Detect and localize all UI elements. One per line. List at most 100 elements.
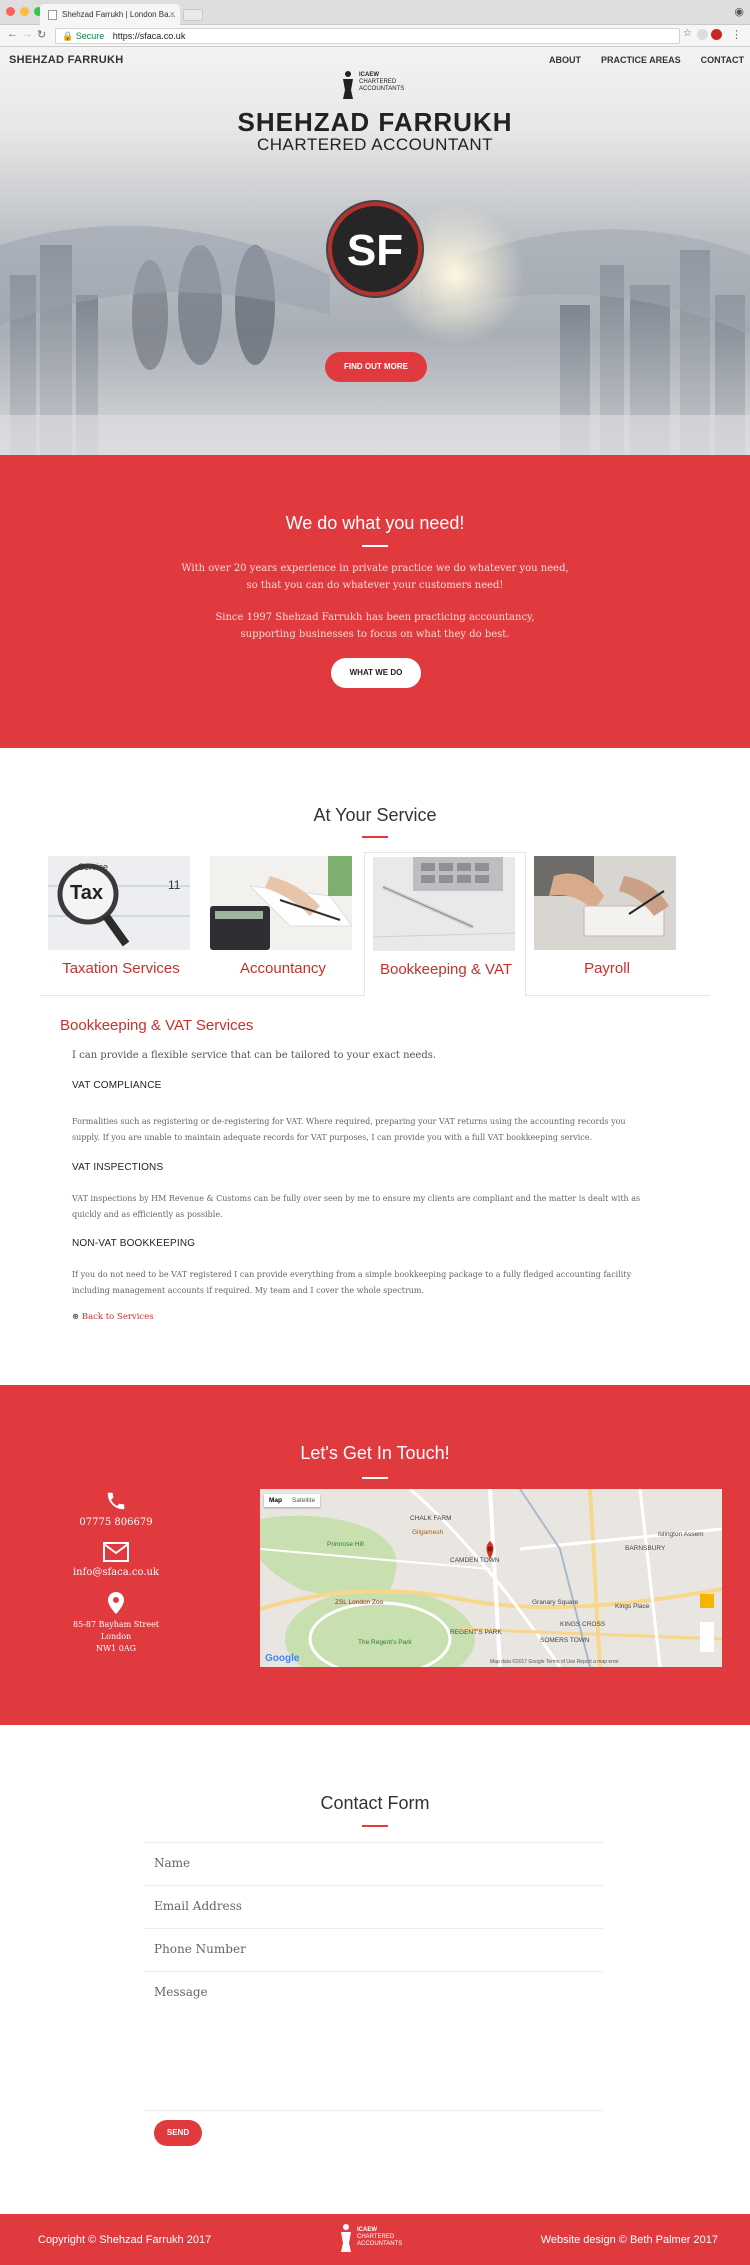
- contact-form-title: Contact Form: [320, 1793, 430, 1813]
- map-label-zsl: ZSL London Zoo: [335, 1599, 384, 1606]
- map-label-gilgamesh: Gilgamesh: [412, 1529, 444, 1536]
- tab-label-payroll: Payroll: [584, 960, 630, 977]
- we-do-text-1: With over 20 years experience in private…: [181, 563, 569, 574]
- phone-icon: [107, 1492, 125, 1510]
- hero-section: SHEHZAD FARRUKH ABOUT PRACTICE AREAS CON…: [0, 47, 750, 455]
- name-field[interactable]: Name: [144, 1842, 604, 1884]
- payroll-image: [534, 856, 676, 950]
- footer-icaew-figure-icon: [341, 2224, 351, 2252]
- footer-icaew-logo: ICAEW CHARTERED ACCOUNTANTS: [337, 2223, 417, 2255]
- find-out-more-button[interactable]: FIND OUT MORE: [325, 352, 427, 382]
- url-input[interactable]: 🔒 Secure https://sfaca.co.uk: [55, 28, 680, 44]
- nav-contact[interactable]: CONTACT: [701, 55, 744, 65]
- secure-label: Secure: [75, 31, 105, 41]
- get-in-touch-title: Let's Get In Touch!: [300, 1443, 450, 1463]
- we-do-text-3: Since 1997 Shehzad Farrukh has been prac…: [215, 612, 535, 623]
- bookkeeping-image: [373, 857, 515, 951]
- icaew-figure-icon: [343, 71, 353, 99]
- url-text: https://sfaca.co.uk: [112, 31, 186, 41]
- vat-inspections-text-2: quickly and as efficiently as possible.: [72, 1210, 223, 1219]
- hero-subtitle: CHARTERED ACCOUNTANT: [256, 135, 494, 154]
- map-label-chalk-farm: CHALK FARM: [410, 1515, 452, 1522]
- email-contact: info@sfaca.co.uk: [40, 1542, 192, 1578]
- address-line-3: NW1 0AG: [95, 1644, 137, 1653]
- phone-number[interactable]: 07775 806679: [40, 1517, 192, 1528]
- tax-word: Tax: [70, 882, 103, 904]
- opera-extension-icon[interactable]: [711, 29, 722, 40]
- nav-practice-areas[interactable]: PRACTICE AREAS: [601, 55, 681, 65]
- back-to-services-link[interactable]: ⊛ Back to Services: [72, 1312, 154, 1322]
- google-map[interactable]: Map Satellite CHALK FARM Gilgamesh Primr…: [260, 1489, 722, 1667]
- address-contact: 85-87 Bayham Street London NW1 0AG: [40, 1592, 192, 1655]
- browser-tab[interactable]: Shehzad Farrukh | London Ba... ×: [40, 4, 180, 25]
- tab-accountancy[interactable]: Accountancy: [202, 852, 364, 996]
- phone-contact: 07775 806679: [40, 1490, 192, 1528]
- close-window-button[interactable]: [6, 7, 15, 16]
- icaew-logo: ICAEW CHARTERED ACCOUNTANTS: [339, 70, 415, 100]
- star-bookmark-icon[interactable]: ☆: [683, 28, 692, 39]
- tab-title: Shehzad Farrukh | London Ba...: [62, 10, 176, 19]
- email-address[interactable]: info@sfaca.co.uk: [40, 1567, 192, 1578]
- back-arrow-icon[interactable]: ←: [7, 28, 18, 40]
- services-divider: [362, 836, 388, 838]
- map-label-somers: SOMERS TOWN: [540, 1637, 590, 1644]
- service-word: Service: [78, 862, 109, 872]
- service-detail-lead: I can provide a flexible service that ca…: [72, 1050, 437, 1061]
- vat-compliance-text-2: supply. If you are unable to maintain ad…: [72, 1133, 593, 1142]
- new-tab-button[interactable]: [183, 9, 203, 21]
- map-label-camden: CAMDEN TOWN: [450, 1557, 500, 1564]
- sf-badge-text: SF: [346, 226, 404, 275]
- service-detail-title: Bookkeeping & VAT Services: [60, 1017, 254, 1034]
- footer-logo-text: ICAEW CHARTERED ACCOUNTANTS: [357, 2227, 403, 2247]
- hero-name: SHEHZAD FARRUKH: [237, 107, 513, 137]
- handshake-city-background: [0, 205, 750, 455]
- profile-icon[interactable]: ◉: [734, 5, 744, 18]
- map-label-primrose: Primrose Hill: [327, 1541, 364, 1548]
- number-11: 11: [168, 878, 181, 892]
- tab-label-bookkeeping: Bookkeeping & VAT: [379, 961, 513, 978]
- message-field[interactable]: Message: [144, 1971, 604, 2111]
- satellite-tab[interactable]: Satellite: [287, 1494, 320, 1507]
- extension-icon[interactable]: [697, 29, 708, 40]
- title-divider: [362, 545, 388, 547]
- window-controls: [6, 7, 43, 16]
- tab-label-taxation: Taxation Services: [62, 960, 180, 977]
- tab-bookkeeping-vat[interactable]: Bookkeeping & VAT: [364, 852, 526, 997]
- what-we-do-button[interactable]: WHAT WE DO: [331, 658, 421, 688]
- touch-divider: [362, 1477, 388, 1479]
- site-nav: ABOUT PRACTICE AREAS CONTACT: [549, 55, 744, 65]
- email-field[interactable]: Email Address: [144, 1885, 604, 1927]
- send-button[interactable]: SEND: [154, 2120, 202, 2146]
- vat-inspections-text-1: VAT inspections by HM Revenue & Customs …: [72, 1194, 641, 1203]
- lock-icon: 🔒: [62, 31, 74, 41]
- form-divider: [362, 1825, 388, 1827]
- tab-taxation-services[interactable]: Tax Service 11 Taxation Services: [40, 852, 202, 996]
- map-label-barnsbury: BARNSBURY: [625, 1545, 666, 1552]
- menu-kebab-icon[interactable]: ⋮: [731, 28, 742, 41]
- map-footer[interactable]: Map data ©2017 Google Terms of Use Repor…: [260, 1658, 722, 1667]
- nav-about[interactable]: ABOUT: [549, 55, 581, 65]
- design-credit[interactable]: Website design © Beth Palmer 2017: [541, 2234, 718, 2246]
- tab-close-icon[interactable]: ×: [170, 9, 175, 19]
- reload-icon[interactable]: ↻: [37, 28, 46, 41]
- minimize-window-button[interactable]: [20, 7, 29, 16]
- site-brand[interactable]: SHEHZAD FARRUKH: [9, 54, 124, 66]
- vat-compliance-text-1: Formalities such as registering or de-re…: [72, 1117, 626, 1126]
- forward-arrow-icon[interactable]: →: [22, 28, 33, 40]
- map-label-granary: Granary Square: [532, 1599, 579, 1606]
- we-do-title: We do what you need!: [285, 513, 465, 533]
- tab-payroll[interactable]: Payroll: [526, 852, 688, 996]
- services-tabs: Tax Service 11 Taxation Services Account…: [40, 852, 710, 997]
- non-vat-text-1: If you do not need to be VAT registered …: [72, 1270, 632, 1279]
- browser-tab-bar: Shehzad Farrukh | London Ba... × ◉: [0, 0, 750, 25]
- footer: Copyright © Shehzad Farrukh 2017 ICAEW C…: [0, 2214, 750, 2265]
- icaew-logo-text: ICAEW CHARTERED ACCOUNTANTS: [359, 72, 405, 92]
- address-bar-row: ← → ↻ 🔒 Secure https://sfaca.co.uk ☆ ⋮: [0, 25, 750, 47]
- address-line-1: 85-87 Bayham Street: [72, 1620, 160, 1629]
- map-tab[interactable]: Map: [264, 1494, 287, 1507]
- phone-field[interactable]: Phone Number: [144, 1928, 604, 1970]
- sf-badge: SF: [328, 202, 422, 296]
- taxation-image: Tax Service 11: [48, 856, 190, 950]
- get-in-touch-section: Let's Get In Touch! 07775 806679 info@sf…: [0, 1385, 750, 1725]
- vat-compliance-heading: VAT COMPLIANCE: [72, 1080, 162, 1091]
